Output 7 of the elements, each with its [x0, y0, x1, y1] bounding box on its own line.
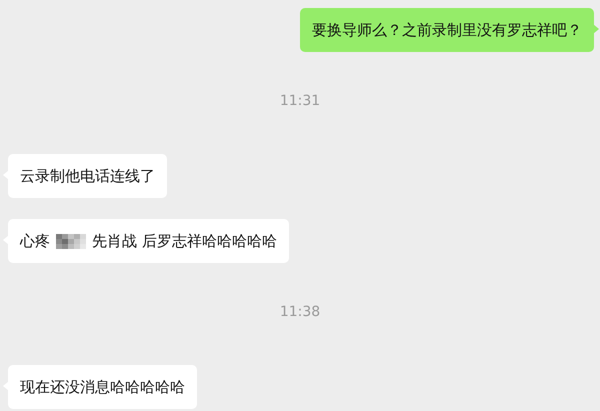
message-text: 现在还没消息哈哈哈哈哈: [20, 378, 185, 396]
timestamp: 11:31: [280, 93, 320, 109]
message-text: 要换导师么？之前录制里没有罗志祥吧？: [312, 20, 582, 40]
message-text: 云录制他电话连线了: [20, 166, 155, 186]
message-text: 心疼: [20, 232, 50, 250]
message-text: 先肖战 后罗志祥哈哈哈哈哈: [92, 232, 277, 250]
timestamp: 11:38: [280, 304, 320, 320]
